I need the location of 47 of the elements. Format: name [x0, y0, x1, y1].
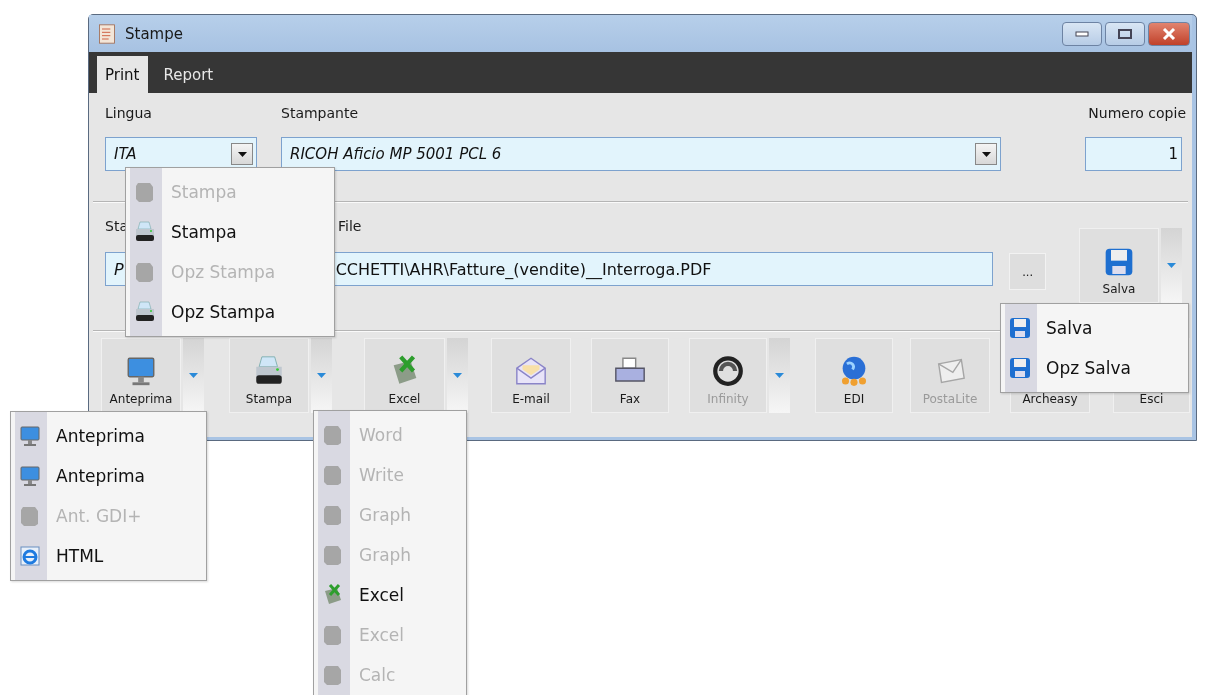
maximize-button[interactable]: [1105, 21, 1145, 46]
field-label: Stampante: [281, 104, 360, 123]
language-dropdown[interactable]: ITA: [105, 137, 257, 171]
printer-dropdown[interactable]: RICOH Aficio MP 5001 PCL 6: [281, 137, 1001, 171]
caret-icon: [237, 151, 247, 157]
toolbar-button[interactable]: Stampa: [229, 338, 309, 413]
menu-item[interactable]: Opz Stampa: [126, 292, 334, 332]
caret-icon: [453, 373, 462, 378]
browser-icon: [18, 544, 42, 568]
field-label: Lingua: [105, 104, 153, 123]
caret-icon: [317, 373, 326, 378]
menu-item[interactable]: Anteprima: [11, 416, 206, 456]
field-label: Numero copie: [1088, 104, 1186, 123]
document-icon: [97, 23, 117, 44]
menu-item[interactable]: Opz Salva: [1001, 348, 1188, 388]
tab[interactable]: Report: [155, 56, 222, 93]
copies-field[interactable]: 1: [1085, 137, 1182, 171]
toolbar-button[interactable]: EDI: [815, 338, 893, 413]
dropdown-button[interactable]: [231, 143, 253, 165]
printer-icon: [133, 300, 157, 324]
monitor-icon: [18, 464, 42, 488]
printer-icon: [133, 220, 157, 244]
menu-item[interactable]: Anteprima: [11, 456, 206, 496]
save-button[interactable]: Salva: [1079, 228, 1159, 303]
dropdown-button[interactable]: [975, 143, 997, 165]
caret-icon: [981, 151, 991, 157]
field-label: File: [337, 217, 362, 236]
minimize-icon: [1075, 30, 1089, 37]
window-title: Stampe: [125, 24, 183, 43]
toolbar-button[interactable]: Fax: [591, 338, 669, 413]
toolbar-button[interactable]: Anteprima: [101, 338, 181, 413]
browse-button[interactable]: ...: [1009, 253, 1046, 290]
menu-item[interactable]: Stampa: [126, 212, 334, 252]
caret-icon: [775, 373, 784, 378]
caret-icon: [189, 373, 198, 378]
close-button[interactable]: [1148, 21, 1190, 46]
close-icon: [1162, 27, 1176, 40]
caret-icon: [1167, 263, 1176, 268]
menu-item[interactable]: HTML: [11, 536, 206, 576]
menu-item[interactable]: Salva: [1001, 308, 1188, 348]
toolbar-button[interactable]: Excel: [364, 338, 445, 413]
monitor-icon: [18, 424, 42, 448]
swirl-icon: [711, 354, 745, 388]
menu-item[interactable]: Excel: [314, 575, 466, 615]
toolbar-button[interactable]: E-mail: [491, 338, 571, 413]
tab[interactable]: Print: [97, 56, 148, 93]
maximize-icon: [1118, 28, 1132, 39]
